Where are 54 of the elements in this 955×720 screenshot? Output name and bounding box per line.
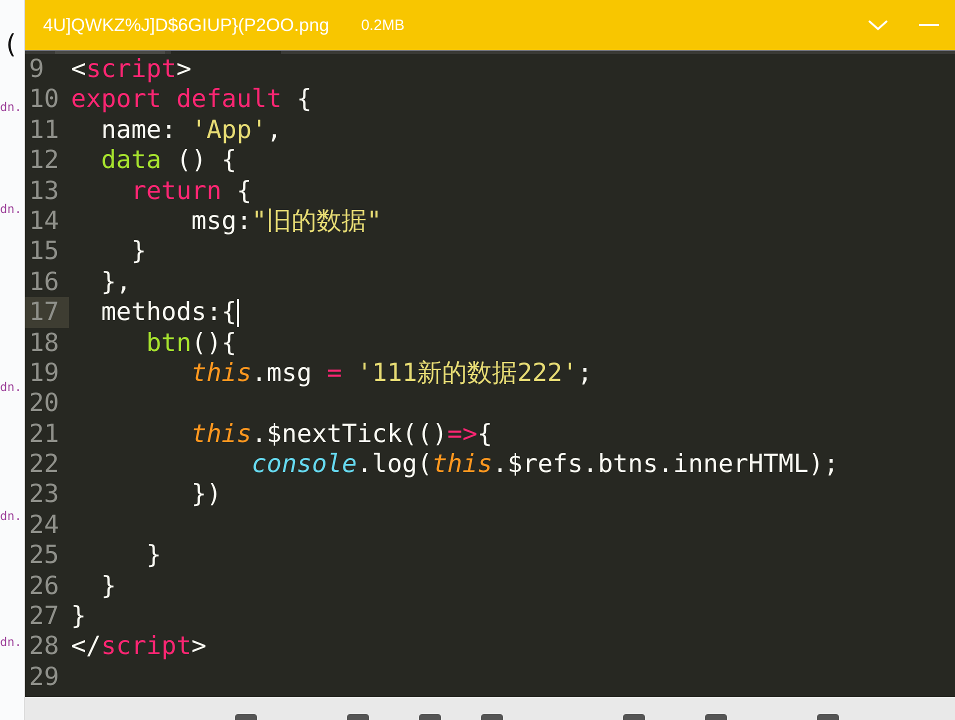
page-link-text: dn. [0, 380, 23, 394]
line-number: 22 [28, 449, 60, 480]
toolbar-icon[interactable] [419, 714, 441, 720]
line-number: 19 [28, 358, 60, 388]
toolbar-icon[interactable] [481, 714, 503, 720]
toolbar-icon[interactable] [623, 714, 645, 720]
toolbar-icon[interactable] [235, 714, 257, 720]
line-number: 17 [25, 297, 69, 328]
code-line: btn(){ [145, 328, 237, 358]
code-line: this.msg = '111新的数据222'; [190, 358, 592, 388]
line-number: 18 [28, 328, 60, 358]
line-number: 11 [28, 114, 60, 146]
line-number: 28 [28, 631, 60, 662]
code-line: }, [100, 266, 132, 298]
code-line: msg:"旧的数据" [190, 206, 382, 236]
line-number: 26 [28, 570, 60, 602]
line-number: 15 [28, 236, 60, 267]
line-number: 25 [28, 540, 60, 571]
code-line: } [145, 540, 162, 571]
code-line: } [71, 601, 86, 632]
code-line: export default { [71, 84, 312, 115]
toolbar-icon[interactable] [705, 714, 727, 720]
code-line: data () { [100, 145, 237, 176]
code-line: <script> [71, 54, 192, 84]
line-number: 29 [28, 662, 60, 692]
line-number: 27 [28, 601, 60, 632]
code-line: name: 'App', [100, 114, 282, 146]
line-number: 16 [28, 266, 60, 298]
line-number: 21 [28, 418, 60, 450]
code-line: }) [190, 479, 222, 510]
code-line: return { [130, 176, 252, 206]
page-text: ( [5, 30, 18, 60]
line-number: 9 [28, 54, 46, 84]
toolbar-icon[interactable] [347, 714, 369, 720]
file-name: 4U]QWKZ%J]D$6GIUP}(P2OO.png [43, 14, 330, 36]
line-number: 24 [28, 510, 60, 540]
page-link-text: dn. [0, 202, 23, 216]
page-link-text: dn. [0, 100, 23, 114]
line-number: 23 [28, 479, 60, 510]
code-line: this.$nextTick(()=>{ [190, 418, 492, 450]
line-number: 12 [28, 145, 60, 176]
code-line: </script> [71, 631, 206, 662]
line-number: 10 [28, 84, 60, 115]
page-link-text: dn. [0, 635, 23, 649]
code-line: } [130, 236, 146, 267]
line-number: 13 [28, 176, 60, 206]
code-line: } [100, 570, 116, 602]
page-link-text: dn. [0, 509, 23, 523]
file-size: 0.2MB [361, 16, 404, 34]
line-number: 14 [28, 206, 60, 236]
toolbar-icon[interactable] [817, 714, 839, 720]
code-line: methods:{ [100, 297, 239, 328]
code-line: console.log(this.$refs.btns.innerHTML); [250, 449, 839, 480]
line-number: 20 [28, 388, 60, 419]
